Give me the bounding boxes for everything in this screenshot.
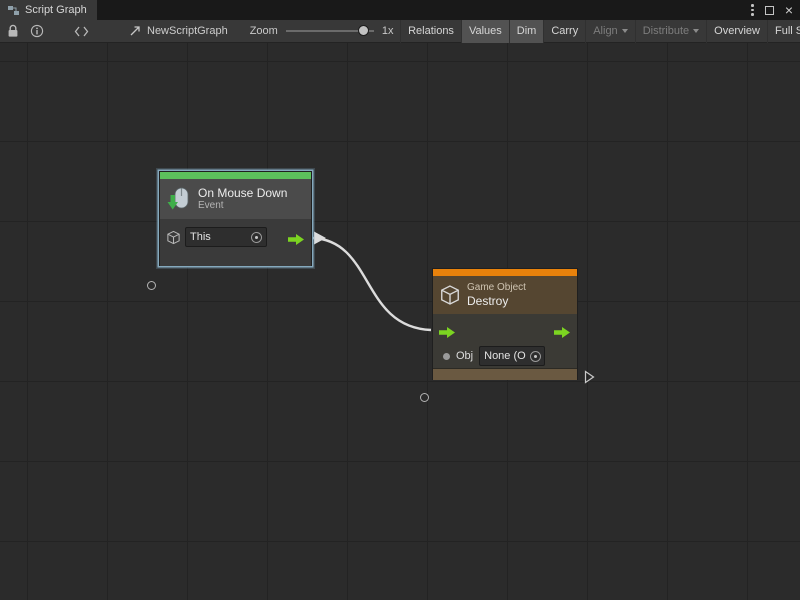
node-on-mouse-down[interactable]: On Mouse Down Event This xyxy=(159,171,312,266)
flow-output-port[interactable] xyxy=(288,234,305,245)
unity-visual-scripting-window: Script Graph × xyxy=(0,0,800,600)
mouse-down-icon xyxy=(166,186,192,212)
node-header[interactable]: Game Object Destroy xyxy=(433,276,577,314)
flow-output-port[interactable] xyxy=(554,327,571,338)
overview-button[interactable]: Overview xyxy=(706,20,767,43)
dropdown-caret-icon xyxy=(693,29,699,33)
dim-button[interactable]: Dim xyxy=(509,20,544,43)
event-accent-strip xyxy=(160,172,311,179)
zoom-label: Zoom xyxy=(250,25,278,37)
node-destroy[interactable]: Game Object Destroy Obj None (O xyxy=(432,268,578,380)
param-label: Obj xyxy=(456,350,473,362)
dropdown-caret-icon xyxy=(622,29,628,33)
graph-pointer-icon xyxy=(129,20,141,43)
node-subtitle: Event xyxy=(198,200,287,212)
tab-title: Script Graph xyxy=(25,4,87,16)
zoom-value: 1x xyxy=(382,25,394,37)
zoom-slider-handle[interactable] xyxy=(358,25,369,36)
object-param-value: None (O xyxy=(484,350,526,362)
object-param-field[interactable]: None (O xyxy=(479,346,545,366)
toolbar-buttons: Relations Values Dim Carry Align Distrib… xyxy=(400,20,800,43)
flow-continue-icon xyxy=(584,370,595,384)
object-picker-icon[interactable] xyxy=(251,232,262,243)
graph-toolbar: NewScriptGraph Zoom 1x Relations Values … xyxy=(0,20,800,43)
align-button[interactable]: Align xyxy=(585,20,634,43)
graph-name[interactable]: NewScriptGraph xyxy=(147,25,228,37)
fullscreen-button[interactable]: Full S xyxy=(767,20,800,43)
value-input-port[interactable] xyxy=(420,393,429,402)
object-picker-icon[interactable] xyxy=(530,351,541,362)
value-port-dot[interactable] xyxy=(443,353,450,360)
close-icon[interactable]: × xyxy=(785,3,793,17)
object-accent-strip xyxy=(433,269,577,276)
value-input-port[interactable] xyxy=(147,281,156,290)
lock-icon[interactable] xyxy=(7,20,19,43)
node-title: Destroy xyxy=(467,294,526,308)
node-category: Game Object xyxy=(467,282,526,294)
kebab-menu-icon[interactable] xyxy=(751,4,754,16)
game-object-cube-icon xyxy=(439,284,461,306)
distribute-button[interactable]: Distribute xyxy=(635,20,706,43)
target-object-value: This xyxy=(190,231,211,243)
flow-input-port[interactable] xyxy=(439,327,456,338)
graph-canvas[interactable] xyxy=(0,43,800,600)
carry-button[interactable]: Carry xyxy=(543,20,585,43)
tab-script-graph[interactable]: Script Graph xyxy=(0,0,97,20)
script-graph-icon xyxy=(7,4,20,17)
node-footer xyxy=(433,368,577,380)
title-bar: Script Graph × xyxy=(0,0,800,20)
cube-icon xyxy=(166,230,181,245)
code-icon[interactable] xyxy=(74,20,89,43)
maximize-icon[interactable] xyxy=(765,6,774,15)
node-title: On Mouse Down xyxy=(198,186,287,200)
zoom-slider[interactable] xyxy=(286,30,374,32)
info-icon[interactable] xyxy=(30,20,44,43)
relations-button[interactable]: Relations xyxy=(400,20,461,43)
values-button[interactable]: Values xyxy=(461,20,509,43)
node-header[interactable]: On Mouse Down Event xyxy=(160,179,311,219)
target-object-field[interactable]: This xyxy=(185,227,267,247)
